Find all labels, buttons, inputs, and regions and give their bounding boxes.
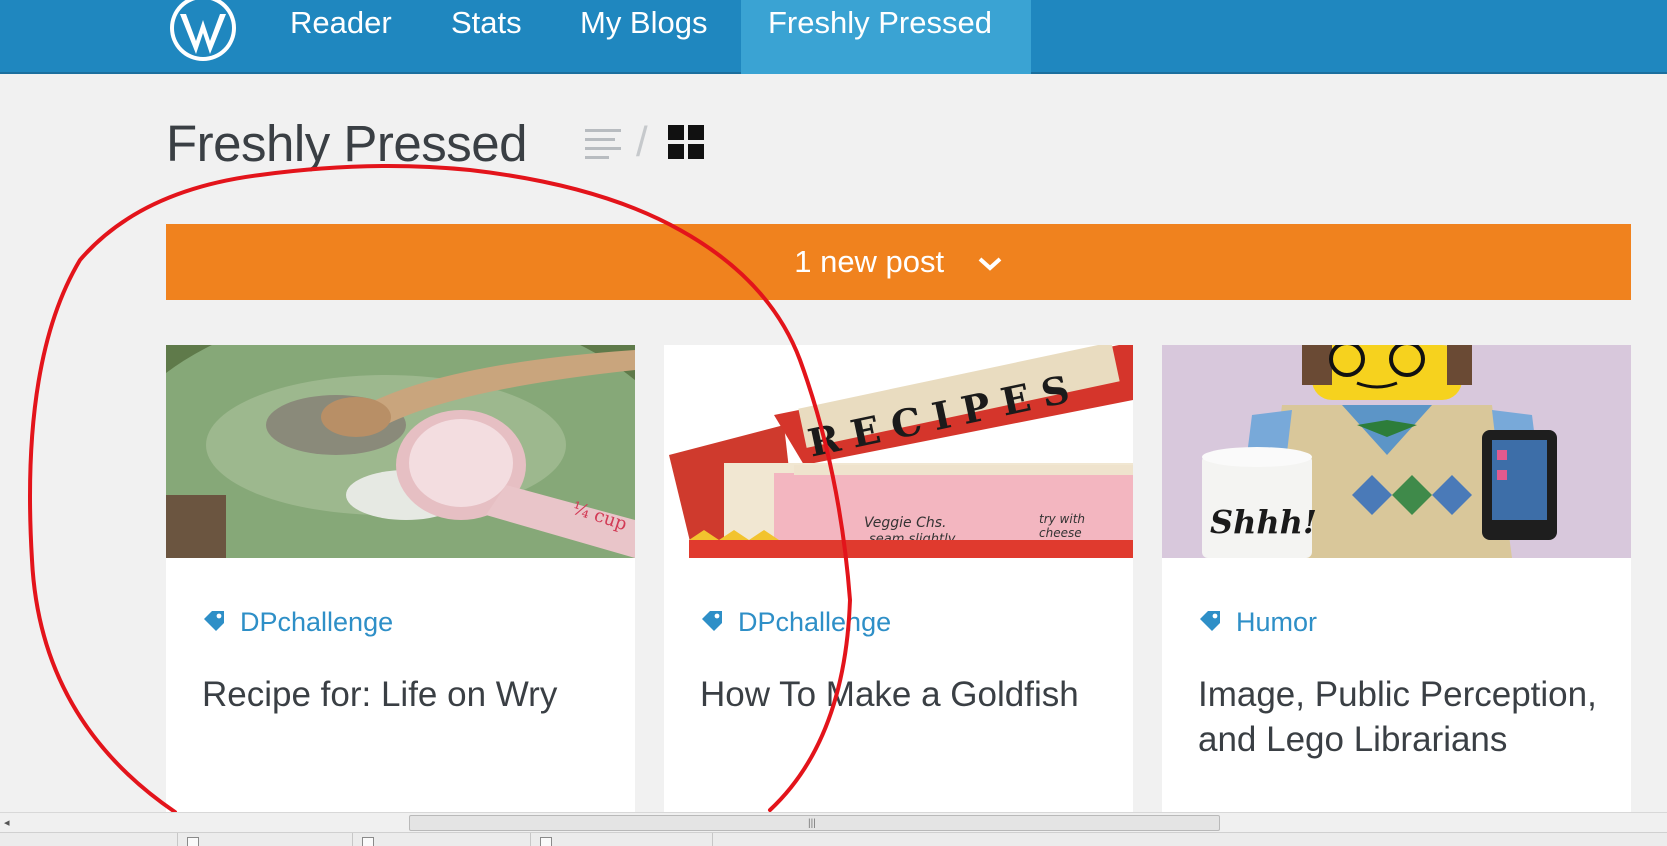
post-card[interactable]: RECIPES Veggie Chs. seam slightly try wi… <box>664 345 1133 815</box>
list-view-icon[interactable] <box>585 127 623 161</box>
card-handwriting-right: try with <box>1039 512 1085 526</box>
status-bar <box>0 832 1667 846</box>
horizontal-scrollbar[interactable]: ◂ ||| <box>0 812 1667 832</box>
post-card[interactable]: Shhh! Humor Image, Public Perception, an… <box>1162 345 1631 815</box>
lego-librarian-photo: Shhh! <box>1162 345 1631 558</box>
new-posts-notice[interactable]: 1 new post <box>166 224 1631 300</box>
card-handwriting-right-2: cheese <box>1039 526 1082 540</box>
post-image[interactable]: ¼ cup <box>166 345 635 558</box>
post-title[interactable]: Image, Public Perception, and Lego Libra… <box>1198 672 1598 762</box>
post-image[interactable]: Shhh! <box>1162 345 1631 558</box>
scrollbar-thumb[interactable]: ||| <box>409 815 1220 831</box>
status-divider <box>352 833 353 846</box>
post-tag-label: DPchallenge <box>240 607 394 637</box>
wordpress-logo-icon[interactable] <box>166 0 240 62</box>
status-divider <box>712 833 713 846</box>
new-posts-text: 1 new post <box>794 244 945 279</box>
recipe-box-photo: RECIPES Veggie Chs. seam slightly try wi… <box>664 345 1133 558</box>
chevron-down-icon <box>978 257 1002 271</box>
post-tag-label: Humor <box>1236 607 1318 637</box>
post-tag[interactable]: Humor <box>1198 607 1317 638</box>
status-divider <box>177 833 178 846</box>
tag-icon <box>204 611 224 631</box>
status-page-icon <box>362 837 374 846</box>
post-tag[interactable]: DPchallenge <box>700 607 891 638</box>
post-title[interactable]: Recipe for: Life on Wry <box>202 672 602 717</box>
post-card[interactable]: ¼ cup DPchallenge Recipe for: Life on Wr… <box>166 345 635 815</box>
nav-item-freshly-pressed[interactable]: Freshly Pressed <box>768 0 992 74</box>
post-image[interactable]: RECIPES Veggie Chs. seam slightly try wi… <box>664 345 1133 558</box>
page-title: Freshly Pressed <box>166 115 527 172</box>
mug-lettering: Shhh! <box>1210 503 1317 541</box>
grid-view-icon[interactable] <box>668 125 706 161</box>
tag-icon <box>702 611 722 631</box>
nav-item-stats[interactable]: Stats <box>451 0 522 74</box>
top-navigation-bar: Reader Stats My Blogs Freshly Pressed <box>0 0 1667 74</box>
status-page-icon <box>540 837 552 846</box>
post-title[interactable]: How To Make a Goldfish <box>700 672 1100 717</box>
scrollbar-grip-icon: ||| <box>808 818 816 829</box>
view-toggle-separator: / <box>636 118 648 165</box>
post-tag[interactable]: DPchallenge <box>202 607 393 638</box>
status-divider <box>530 833 531 846</box>
nav-item-my-blogs[interactable]: My Blogs <box>580 0 707 74</box>
status-page-icon <box>187 837 199 846</box>
scroll-left-arrow-icon[interactable]: ◂ <box>4 816 10 829</box>
measuring-cup-photo: ¼ cup <box>166 345 635 558</box>
card-handwriting-left: Veggie Chs. <box>864 515 947 531</box>
post-tag-label: DPchallenge <box>738 607 892 637</box>
nav-item-reader[interactable]: Reader <box>290 0 392 74</box>
tag-icon <box>1200 611 1220 631</box>
